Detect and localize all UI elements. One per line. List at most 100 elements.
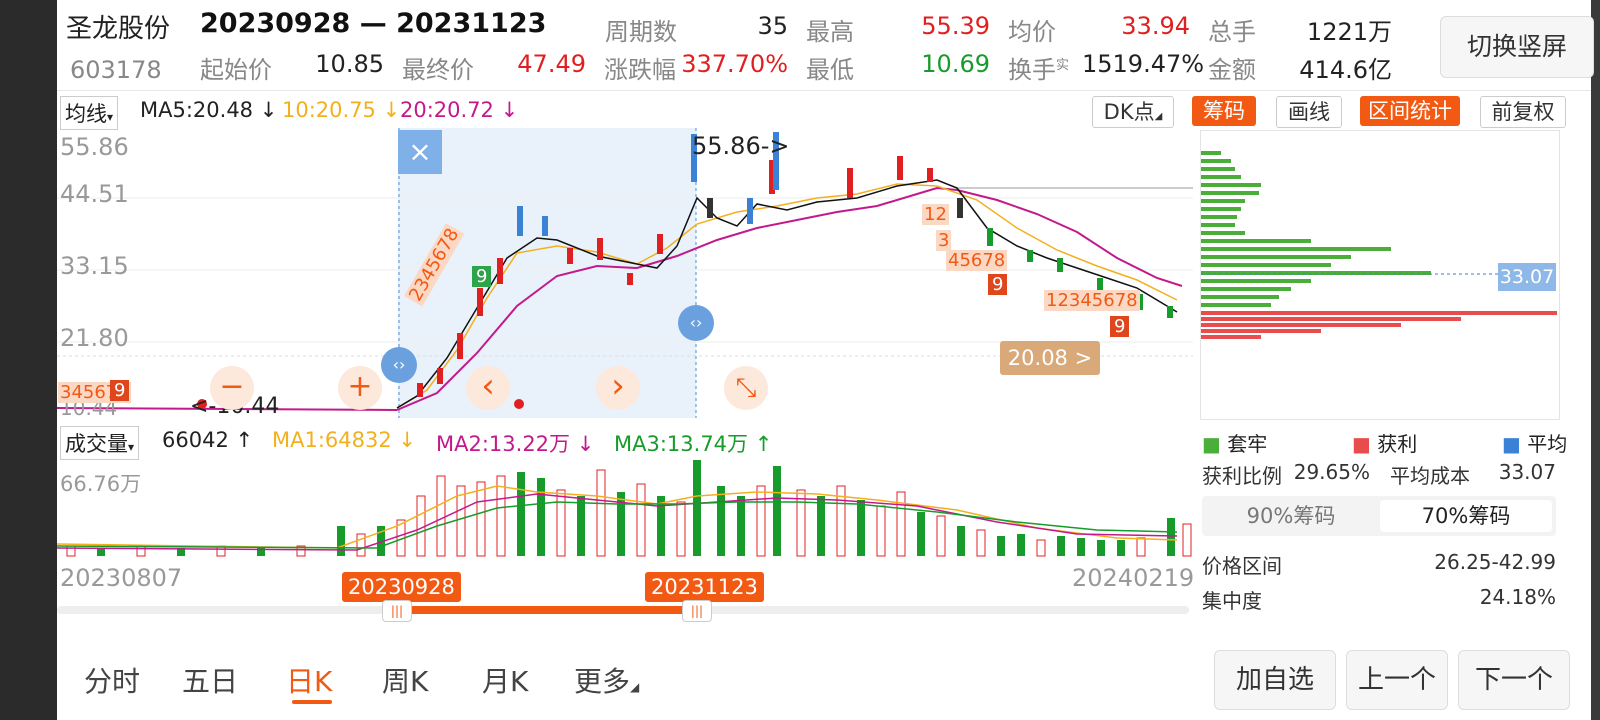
y-tick-4: 21.80 [60, 324, 129, 352]
tab-more[interactable]: 更多◢ [574, 660, 639, 700]
volume-chart[interactable] [57, 456, 1193, 566]
turnover-label: 换手实 [1008, 56, 1070, 84]
stock-code: 603178 [70, 56, 162, 84]
change-value: 337.70% [681, 50, 788, 78]
volume-select[interactable]: 成交量▾ [60, 426, 140, 460]
seq-label: 12345678 [1044, 290, 1140, 311]
ma10-value: 10:20.75 ↓ [282, 98, 401, 122]
tab-70-chips[interactable]: 70%筹码 [1380, 500, 1552, 532]
collapse-icon[interactable]: ⤡ [724, 366, 768, 410]
legend-average: ■ 平均 [1502, 432, 1568, 456]
left-edge-bar [0, 0, 57, 720]
stock-name: 圣龙股份 [66, 14, 171, 44]
signal-dot [514, 399, 524, 409]
profit-ratio-value: 29.65% [1293, 460, 1370, 484]
volume-current: 66042 ↑ [162, 428, 254, 452]
ma20-value: 20:20.72 ↓ [400, 98, 519, 122]
dropdown-triangle-icon: ▾ [107, 110, 114, 124]
high-value: 55.39 [921, 12, 990, 40]
avg-cost-value: 33.07 [1498, 460, 1556, 484]
profit-ratio-label: 获利比例 [1202, 464, 1282, 488]
seq-label: 12 [922, 204, 949, 225]
corner-triangle-icon: ◢ [630, 680, 640, 694]
interval-start-handle[interactable]: ‹› [381, 347, 417, 383]
previous-stock-button[interactable]: 上一个 [1346, 650, 1448, 710]
timeline-selection [396, 606, 696, 614]
forward-adjust-button[interactable]: 前复权 [1480, 96, 1566, 128]
volume-bars [66, 460, 1192, 557]
price-range-label: 价格区间 [1202, 554, 1282, 578]
interval-end-handle[interactable]: ‹› [678, 305, 714, 341]
tab-90-chips[interactable]: 90%筹码 [1206, 500, 1376, 532]
volume-ma2: MA2:13.22万 ↓ [436, 432, 595, 456]
interval-range: 20230928 — 20231123 [200, 8, 547, 39]
avg-cost-tag: 33.07 [1498, 263, 1556, 291]
zoom-out-button[interactable]: − [210, 366, 254, 410]
total-hands-value: 1221万 [1306, 18, 1392, 46]
volume-ma1: MA1:64832 ↓ [272, 428, 416, 452]
timeline-start-date: 20230807 [60, 564, 183, 592]
seq-nine: 9 [472, 266, 492, 287]
chips-button[interactable]: 筹码 [1192, 96, 1256, 126]
end-price-label: 最终价 [402, 56, 474, 84]
turnover-value: 1519.47% [1082, 50, 1205, 78]
total-hands-label: 总手 [1208, 18, 1256, 46]
seq-nine: 9 [1110, 316, 1130, 337]
draw-line-button[interactable]: 画线 [1276, 96, 1342, 128]
legend-square-icon: ■ [1502, 432, 1521, 456]
selection-end-date: 20231123 [645, 572, 764, 602]
dropdown-triangle-icon: ▾ [128, 440, 135, 454]
legend-square-icon: ■ [1352, 432, 1371, 456]
dk-point-button[interactable]: DK点◢ [1092, 96, 1174, 128]
amount-label: 金额 [1208, 56, 1256, 84]
seq-label: 3 [936, 230, 952, 251]
tab-monthly-k[interactable]: 月K [482, 660, 528, 700]
avg-cost-label: 平均成本 [1390, 464, 1470, 488]
tab-daily-k[interactable]: 日K [286, 660, 332, 700]
legend-trapped: ■ 套牢 [1202, 432, 1268, 456]
avg-value: 33.94 [1121, 12, 1190, 40]
header-divider [57, 90, 1591, 91]
interval-stats-button[interactable]: 区间统计 [1360, 96, 1460, 126]
period-label: 周期数 [605, 18, 677, 46]
right-edge-bar [1591, 0, 1600, 720]
change-label: 涨跌幅 [604, 56, 676, 84]
profit-chips-bars [1201, 311, 1557, 339]
scroll-right-button[interactable]: › [596, 366, 640, 410]
legend-profit: ■ 获利 [1352, 432, 1418, 456]
start-price-label: 起始价 [200, 56, 272, 84]
timeline-start-handle[interactable]: ||| [382, 600, 412, 622]
concentration-value: 24.18% [1479, 585, 1556, 609]
ma-select[interactable]: 均线▾ [60, 96, 119, 130]
end-price-value: 47.49 [517, 50, 586, 78]
switch-orientation-button[interactable]: 切换竖屏 [1440, 16, 1594, 78]
ma-select-label: 均线 [65, 102, 107, 126]
seq-label: 45678 [946, 250, 1008, 271]
avg-label: 均价 [1008, 18, 1056, 46]
start-price-value: 10.85 [315, 50, 384, 78]
low-value: 10.69 [921, 50, 990, 78]
tab-weekly-k[interactable]: 周K [382, 660, 428, 700]
zoom-in-button[interactable]: + [338, 366, 382, 410]
add-watchlist-button[interactable]: 加自选 [1214, 650, 1336, 710]
volume-ma3: MA3:13.74万 ↑ [614, 432, 773, 456]
high-label: 最高 [806, 18, 854, 46]
scroll-left-button[interactable]: ‹ [466, 366, 510, 410]
y-tick-1: 55.86 [60, 133, 129, 161]
seq-nine: 9 [110, 380, 130, 401]
selection-start-date: 20230928 [342, 572, 461, 602]
timeline-end-date: 20240219 [1072, 564, 1195, 592]
max-price-marker: 55.86-> [692, 132, 790, 160]
timeline-end-handle[interactable]: ||| [682, 600, 712, 622]
period-value: 35 [757, 12, 788, 40]
amount-value: 414.6亿 [1299, 56, 1392, 84]
next-stock-button[interactable]: 下一个 [1458, 650, 1570, 710]
price-range-value: 26.25-42.99 [1434, 550, 1556, 574]
y-tick-3: 33.15 [60, 252, 129, 280]
trapped-chips-bars [1201, 151, 1431, 307]
close-interval-button[interactable]: × [398, 130, 442, 174]
y-tick-2: 44.51 [60, 180, 129, 208]
tab-intraday[interactable]: 分时 [84, 660, 140, 700]
current-price-tag[interactable]: 20.08 > [1000, 341, 1100, 375]
tab-five-day[interactable]: 五日 [182, 660, 238, 700]
